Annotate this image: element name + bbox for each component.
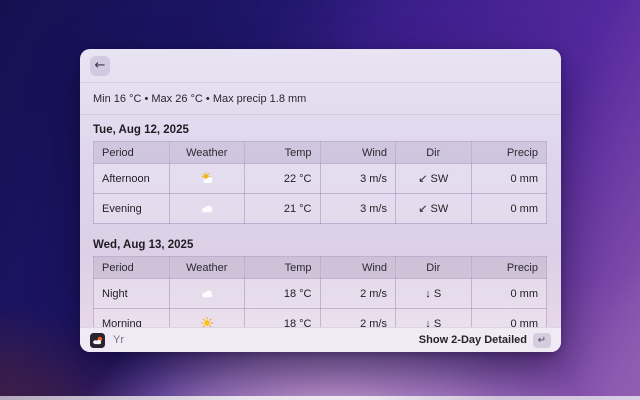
col-header-temp: Temp <box>244 141 321 164</box>
cloud-icon <box>200 202 214 214</box>
background-window-edge <box>0 396 640 400</box>
col-header-weather: Weather <box>168 256 245 279</box>
col-header-dir: Dir <box>395 141 472 164</box>
forecast-table-day2: Period Weather Temp Wind Dir Precip Nigh… <box>93 256 547 327</box>
table-row: Evening 21 °C 3 m/s ↙ SW 0 mm <box>93 193 547 224</box>
yr-app-icon <box>90 332 105 348</box>
temp-cell: 21 °C <box>244 193 321 224</box>
return-key-icon: ↵ <box>533 332 551 348</box>
table-header-row: Period Weather Temp Wind Dir Precip <box>93 141 547 164</box>
period-cell: Afternoon <box>93 163 170 194</box>
col-header-weather: Weather <box>168 141 245 164</box>
action-label: Show 2-Day Detailed <box>418 334 527 346</box>
col-header-wind: Wind <box>319 256 396 279</box>
wind-cell: 3 m/s <box>319 163 396 194</box>
col-header-dir: Dir <box>395 256 472 279</box>
weather-cell <box>168 278 245 309</box>
col-header-wind: Wind <box>319 141 396 164</box>
temp-cell: 18 °C <box>244 278 321 309</box>
period-cell: Evening <box>93 193 170 224</box>
forecast-section-day1: Tue, Aug 12, 2025 Period Weather Temp Wi… <box>93 124 547 224</box>
period-cell: Night <box>93 278 170 309</box>
cloud-icon <box>200 287 214 299</box>
forecast-content: Tue, Aug 12, 2025 Period Weather Temp Wi… <box>80 115 561 327</box>
weather-cell <box>168 308 245 327</box>
precip-cell: 0 mm <box>470 278 547 309</box>
dir-cell: ↓ S <box>395 308 472 327</box>
action-bar: Yr Show 2-Day Detailed ↵ <box>80 327 561 352</box>
precip-cell: 0 mm <box>470 308 547 327</box>
section-date-title: Tue, Aug 12, 2025 <box>93 124 189 136</box>
col-header-precip: Precip <box>470 141 547 164</box>
col-header-period: Period <box>93 256 170 279</box>
wind-cell: 3 m/s <box>319 193 396 224</box>
table-row: Night 18 °C 2 m/s ↓ S 0 mm <box>93 278 547 309</box>
weather-cell <box>168 163 245 194</box>
show-2-day-detailed-button[interactable]: Show 2-Day Detailed ↵ <box>418 332 551 348</box>
back-button[interactable]: ← <box>90 55 110 76</box>
app-name-label: Yr <box>113 334 124 346</box>
col-header-temp: Temp <box>244 256 321 279</box>
forecast-section-day2: Wed, Aug 13, 2025 Period Weather Temp Wi… <box>93 239 547 327</box>
temp-cell: 22 °C <box>244 163 321 194</box>
table-row: Afternoon 22 °C 3 m/s ↙ SW 0 mm <box>93 163 547 194</box>
weather-detail-window: ← Min 16 °C • Max 26 °C • Max precip 1.8… <box>80 49 561 352</box>
nav-bar: ← <box>80 49 561 83</box>
back-arrow-icon: ← <box>94 57 106 73</box>
forecast-table-day1: Period Weather Temp Wind Dir Precip Afte… <box>93 141 547 224</box>
dir-cell: ↓ S <box>395 278 472 309</box>
dir-cell: ↙ SW <box>395 193 472 224</box>
summary-text: Min 16 °C • Max 26 °C • Max precip 1.8 m… <box>93 92 307 105</box>
section-date-title: Wed, Aug 13, 2025 <box>93 239 194 251</box>
wind-cell: 2 m/s <box>319 308 396 327</box>
sun-icon <box>200 316 214 327</box>
period-cell: Morning <box>93 308 170 327</box>
summary-bar: Min 16 °C • Max 26 °C • Max precip 1.8 m… <box>80 83 561 115</box>
precip-cell: 0 mm <box>470 193 547 224</box>
table-row: Morning 18 °C 2 m/s ↓ S 0 mm <box>93 308 547 327</box>
table-header-row: Period Weather Temp Wind Dir Precip <box>93 256 547 279</box>
weather-cell <box>168 193 245 224</box>
col-header-period: Period <box>93 141 170 164</box>
dir-cell: ↙ SW <box>395 163 472 194</box>
temp-cell: 18 °C <box>244 308 321 327</box>
precip-cell: 0 mm <box>470 163 547 194</box>
wind-cell: 2 m/s <box>319 278 396 309</box>
col-header-precip: Precip <box>470 256 547 279</box>
sun-behind-cloud-icon <box>200 171 214 184</box>
